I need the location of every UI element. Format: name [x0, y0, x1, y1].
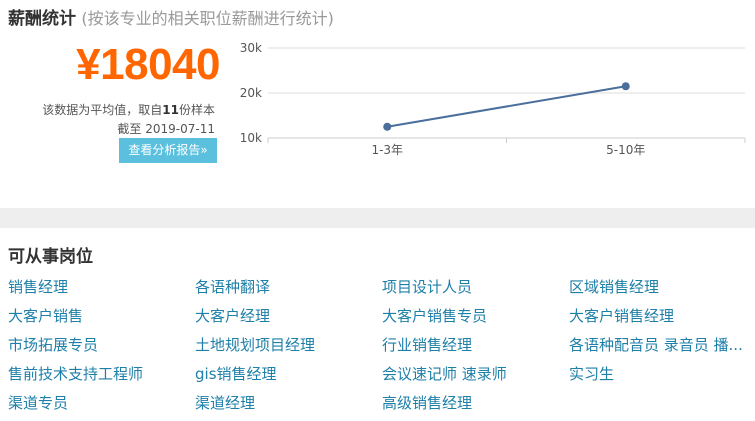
job-list: 销售经理 各语种翻译 项目设计人员 区域销售经理大客户销售 大客户经理 大客户销售专员 大客…: [8, 275, 755, 420]
job-link[interactable]: 行业销售经理: [382, 333, 569, 362]
job-link[interactable]: 大客户销售专员: [382, 304, 569, 333]
sample-note: 该数据为平均值，取自11份样本: [42, 101, 215, 118]
salary-title: 薪酬统计: [8, 9, 76, 29]
job-link[interactable]: 大客户经理: [195, 304, 382, 333]
job-link[interactable]: 土地规划项目经理: [195, 333, 382, 362]
salary-subtitle: (按该专业的相关职位薪酬进行统计): [81, 9, 334, 28]
job-link[interactable]: 销售经理: [8, 275, 195, 304]
y-tick-label: 20k: [240, 86, 262, 100]
series-line: [387, 85, 626, 128]
job-link[interactable]: 大客户销售经理: [569, 304, 755, 333]
job-link[interactable]: 渠道经理: [195, 391, 382, 420]
job-link[interactable]: 各语种配音员 录音员 播...: [569, 333, 755, 362]
job-link[interactable]: gis销售经理: [195, 362, 382, 391]
data-date-note: 截至 2019-07-11: [117, 120, 215, 137]
job-link[interactable]: 区域销售经理: [569, 275, 755, 304]
x-tick-label: 5-10年: [606, 143, 645, 157]
sample-note-prefix: 该数据为平均值，取自: [42, 103, 163, 117]
job-link[interactable]: 项目设计人员: [382, 275, 569, 304]
data-point: [383, 122, 392, 131]
job-link[interactable]: 售前技术支持工程师: [8, 362, 195, 391]
job-link[interactable]: 各语种翻译: [195, 275, 382, 304]
salary-line-chart: 10k 20k 30k 1-3年 5-10年: [240, 41, 746, 157]
data-point: [621, 82, 630, 91]
salary-section-title: 薪酬统计 (按该专业的相关职位薪酬进行统计): [8, 4, 334, 29]
job-link[interactable]: 大客户销售: [8, 304, 195, 333]
related-jobs-section: 可从事岗位 销售经理 各语种翻译 项目设计人员 区域销售经理 大客户销售 大客户经理 大客户…: [0, 228, 755, 421]
section-divider: [0, 208, 755, 228]
sample-count: 11: [162, 103, 179, 117]
job-link[interactable]: 实习生: [569, 362, 755, 391]
sample-note-suffix: 份样本: [178, 103, 215, 117]
x-tick-label: 1-3年: [371, 143, 403, 157]
job-link[interactable]: 高级销售经理: [382, 391, 569, 420]
average-salary-amount: ¥18040: [76, 40, 220, 89]
data-date: 2019-07-11: [145, 122, 215, 136]
salary-stats-section: 薪酬统计 (按该专业的相关职位薪酬进行统计) ¥18040 该数据为平均值，取自…: [0, 0, 755, 208]
job-link[interactable]: 会议速记师 速录师: [382, 362, 569, 391]
job-link[interactable]: 渠道专员: [8, 391, 195, 420]
view-report-button[interactable]: 查看分析报告»: [119, 138, 217, 163]
y-tick-label: 30k: [240, 41, 262, 55]
job-link[interactable]: 市场拓展专员: [8, 333, 195, 362]
y-tick-label: 10k: [240, 131, 262, 145]
date-label: 截至: [117, 122, 142, 136]
jobs-section-title: 可从事岗位: [8, 247, 93, 267]
